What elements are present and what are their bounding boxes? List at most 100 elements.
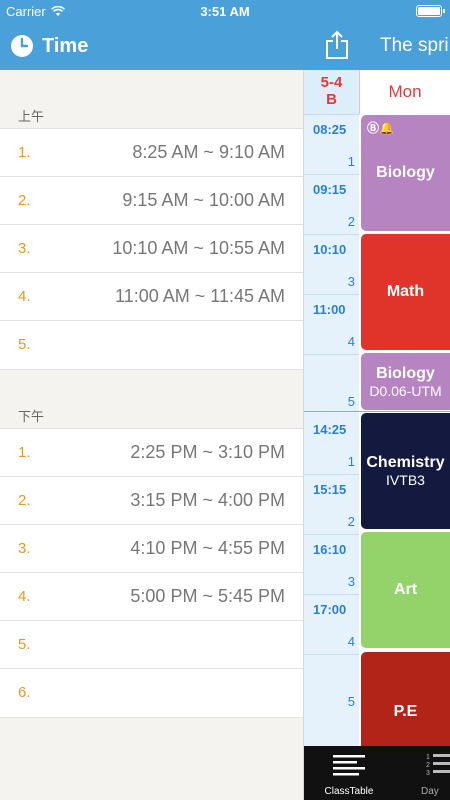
svg-text:3: 3 xyxy=(426,770,430,777)
course-name: P.E xyxy=(393,703,418,720)
course-name: Biology xyxy=(376,164,435,181)
afternoon-header: 下午 xyxy=(18,409,45,424)
period-divider xyxy=(304,294,359,295)
period-index: 3 xyxy=(347,574,355,589)
share-icon[interactable] xyxy=(324,30,350,60)
battery-icon xyxy=(416,5,445,17)
period-start-time: 15:15 xyxy=(313,482,347,497)
course-block[interactable]: Art xyxy=(361,532,450,648)
period-start-time: 14:25 xyxy=(313,422,347,437)
tab-day[interactable]: 1 2 3 Day xyxy=(416,746,450,800)
reminder-badge-icon: Ⓑ🔔 xyxy=(367,121,394,135)
period-index: 4 xyxy=(347,334,355,349)
row-number: 6. xyxy=(18,684,31,701)
class-label[interactable]: 5-4 B xyxy=(304,70,359,114)
period-index: 1 xyxy=(347,454,355,469)
afternoon-row-2[interactable]: 2. 3:15 PM ~ 4:00 PM xyxy=(0,477,303,525)
row-time-range: 2:25 PM ~ 3:10 PM xyxy=(130,442,285,462)
morning-row-1[interactable]: 1. 8:25 AM ~ 9:10 AM xyxy=(0,129,303,177)
afternoon-row-6[interactable]: 6. xyxy=(0,669,303,717)
period-divider xyxy=(304,234,359,235)
list-icon xyxy=(333,755,365,776)
course-block[interactable]: Biology D0.06-UTM xyxy=(361,353,450,410)
period-column: 08:25 1 09:15 2 10:10 3 11:00 4 5 14:25 … xyxy=(304,114,359,746)
row-time-range: 11:00 AM ~ 11:45 AM xyxy=(115,286,285,306)
row-number: 5. xyxy=(18,636,31,653)
course-room: IVTB3 xyxy=(386,472,425,488)
morning-row-4[interactable]: 4. 11:00 AM ~ 11:45 AM xyxy=(0,273,303,321)
row-time-range: 4:10 PM ~ 4:55 PM xyxy=(130,538,285,558)
row-number: 2. xyxy=(18,492,31,509)
morning-section: 1. 8:25 AM ~ 9:10 AM 2. 9:15 AM ~ 10:00 … xyxy=(0,128,303,370)
row-time-range: 10:10 AM ~ 10:55 AM xyxy=(112,238,285,258)
period-index: 4 xyxy=(347,634,355,649)
morning-row-2[interactable]: 2. 9:15 AM ~ 10:00 AM xyxy=(0,177,303,225)
period-divider xyxy=(304,474,359,475)
row-number: 4. xyxy=(18,588,31,605)
page-title: Time xyxy=(42,34,89,57)
period-start-time: 09:15 xyxy=(313,182,347,197)
afternoon-section: 1. 2:25 PM ~ 3:10 PM 2. 3:15 PM ~ 4:00 P… xyxy=(0,428,303,718)
class-label-line2: B xyxy=(326,91,337,108)
course-name: Chemistry xyxy=(366,454,445,471)
course-block[interactable]: P.E xyxy=(361,652,450,746)
day-header-mon: Mon xyxy=(359,70,450,114)
afternoon-row-5[interactable]: 5. xyxy=(0,621,303,669)
afternoon-row-4[interactable]: 4. 5:00 PM ~ 5:45 PM xyxy=(0,573,303,621)
row-time-range: 9:15 AM ~ 10:00 AM xyxy=(122,190,285,210)
period-start-time: 08:25 xyxy=(313,122,347,137)
afternoon-row-1[interactable]: 1. 2:25 PM ~ 3:10 PM xyxy=(0,429,303,477)
period-index: 5 xyxy=(347,694,355,709)
period-start-time: 17:00 xyxy=(313,602,347,617)
course-block[interactable]: Math xyxy=(361,234,450,350)
course-name: Math xyxy=(386,283,425,300)
period-index: 1 xyxy=(347,154,355,169)
row-time-range: 5:00 PM ~ 5:45 PM xyxy=(130,586,285,606)
morning-header: 上午 xyxy=(18,109,45,124)
period-divider xyxy=(304,534,359,535)
period-divider xyxy=(304,354,359,355)
nav-bar: Time The spri xyxy=(0,22,450,70)
row-time-range: 3:15 PM ~ 4:00 PM xyxy=(130,490,285,510)
period-start-time: 11:00 xyxy=(313,302,346,317)
svg-text:2: 2 xyxy=(426,762,430,769)
row-number: 3. xyxy=(18,240,31,257)
period-divider xyxy=(304,654,359,655)
course-block[interactable]: Chemistry IVTB3 xyxy=(361,413,450,529)
period-index: 2 xyxy=(347,514,355,529)
noon-divider xyxy=(304,411,450,412)
period-start-time: 10:10 xyxy=(313,242,347,257)
row-number: 1. xyxy=(18,144,31,161)
course-room: D0.06-UTM xyxy=(369,382,442,399)
row-number: 3. xyxy=(18,540,31,557)
tab-label: ClassTable xyxy=(324,786,374,797)
nav-title-group: Time xyxy=(10,34,88,58)
row-time-range: 8:25 AM ~ 9:10 AM xyxy=(132,142,285,162)
row-number: 5. xyxy=(18,336,31,353)
svg-text:1: 1 xyxy=(426,754,430,761)
period-index: 2 xyxy=(347,214,355,229)
row-number: 1. xyxy=(18,444,31,461)
time-settings-panel: 上午 1. 8:25 AM ~ 9:10 AM 2. 9:15 AM ~ 10:… xyxy=(0,70,304,800)
period-index: 5 xyxy=(347,394,355,409)
clock-icon xyxy=(11,35,33,57)
class-label-line1: 5-4 xyxy=(320,74,343,91)
semester-title[interactable]: The spri xyxy=(380,35,449,57)
period-divider xyxy=(304,174,359,175)
afternoon-row-3[interactable]: 3. 4:10 PM ~ 4:55 PM xyxy=(0,525,303,573)
morning-row-5[interactable]: 5. xyxy=(0,321,303,369)
course-name: Biology xyxy=(376,364,435,382)
period-start-time: 16:10 xyxy=(313,542,347,557)
row-number: 2. xyxy=(18,192,31,209)
period-divider xyxy=(304,594,359,595)
tab-bar: ClassTable 1 2 3 Day xyxy=(304,746,450,800)
row-number: 4. xyxy=(18,288,31,305)
tab-classtable[interactable]: ClassTable xyxy=(304,746,394,800)
status-time: 3:51 AM xyxy=(200,4,250,19)
course-block[interactable]: Ⓑ🔔 Biology xyxy=(361,115,450,231)
timetable-panel: 5-4 B Mon 08:25 1 09:15 2 10:10 3 11:00 … xyxy=(304,70,450,746)
course-name: Art xyxy=(393,581,418,598)
morning-row-3[interactable]: 3. 10:10 AM ~ 10:55 AM xyxy=(0,225,303,273)
period-index: 3 xyxy=(347,274,355,289)
tab-label: Day xyxy=(421,786,439,797)
